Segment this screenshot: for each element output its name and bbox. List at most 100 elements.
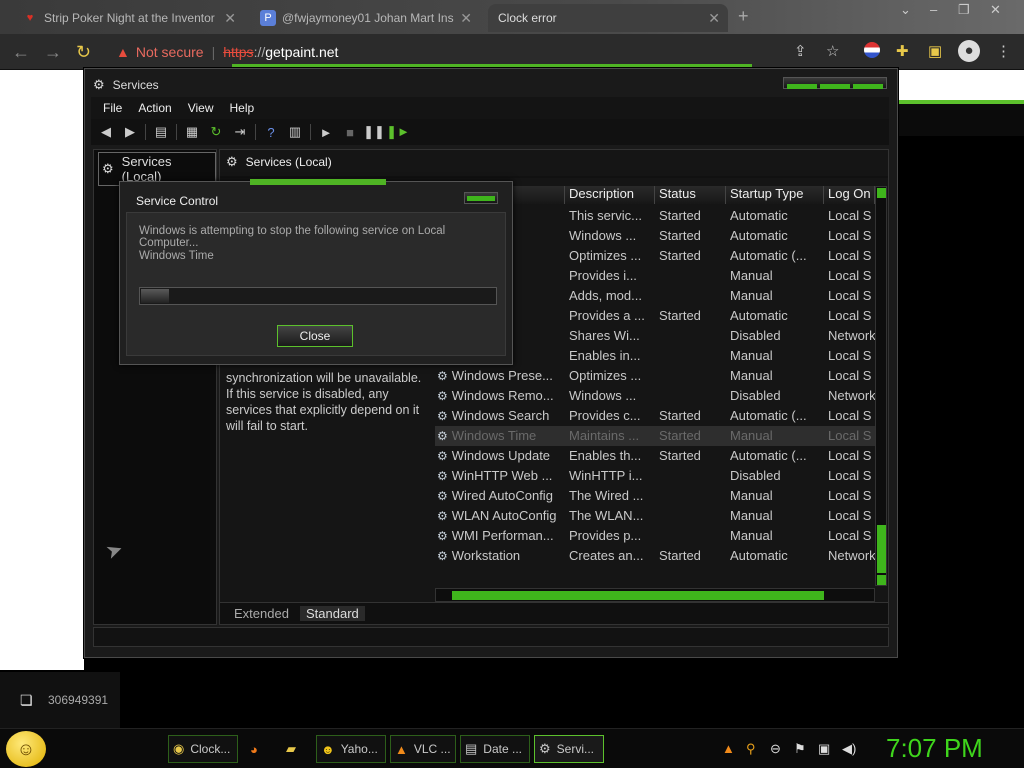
console-tree-icon[interactable]: ▤	[152, 123, 170, 141]
vlc-tray-icon[interactable]: ▲	[722, 741, 735, 756]
pause-icon[interactable]: ❚❚	[363, 123, 385, 141]
vertical-scrollbar[interactable]	[875, 186, 887, 586]
warning-icon: ▲	[116, 44, 130, 60]
column-header-startup-type[interactable]: Startup Type	[726, 186, 824, 204]
volume-icon[interactable]: ◀)	[842, 741, 856, 757]
close-icon[interactable]: ✕	[460, 10, 472, 27]
play-icon[interactable]: ►	[317, 123, 335, 141]
system-clock[interactable]: 7:07 PM	[886, 733, 983, 764]
browser-tab-1[interactable]: ♥ Strip Poker Night at the Inventor ✕	[14, 4, 244, 32]
flag-icon[interactable]: ⚑	[794, 741, 806, 757]
reload-button[interactable]: ↻	[76, 42, 91, 63]
menu-action[interactable]: Action	[138, 101, 171, 115]
close-button[interactable]: Close	[277, 325, 353, 347]
service-description-cell: Windows ...	[569, 388, 637, 403]
taskbar-item-services[interactable]: ⚙ Servi...	[534, 735, 604, 763]
service-status-cell: Started	[659, 428, 701, 443]
browser-tab-3[interactable]: Clock error ✕	[488, 4, 728, 32]
scroll-down-button[interactable]	[877, 575, 886, 585]
table-row[interactable]: ⚙ Windows Remo... Windows ... Disabled Netwo…	[435, 386, 875, 406]
close-icon[interactable]: ✕	[708, 10, 720, 27]
start-button[interactable]: ☺	[6, 731, 46, 767]
url-host: getpaint.net	[265, 44, 339, 60]
heart-icon: ♥	[26, 12, 34, 24]
extensions-icon[interactable]: ✚	[896, 42, 909, 60]
page-white-strip	[896, 70, 1024, 100]
scroll-up-button[interactable]	[877, 188, 886, 198]
maximize-button[interactable]: ❐	[958, 2, 970, 18]
share-icon[interactable]: ⇪	[794, 42, 807, 60]
new-tab-button[interactable]: +	[738, 6, 749, 27]
stop-icon[interactable]: ■	[341, 123, 359, 141]
menu-icon[interactable]: ⋮	[996, 42, 1011, 60]
table-row[interactable]: ⚙ Wired AutoConfig The Wired ... Manual Loca…	[435, 486, 875, 506]
table-row[interactable]: ⚙ Windows Prese... Optimizes ... Manual Loca…	[435, 366, 875, 386]
column-header-description[interactable]: Description	[565, 186, 655, 204]
table-row[interactable]: ⚙ Windows Search Provides c... Started Autom…	[435, 406, 875, 426]
search-icon[interactable]: ⚲	[746, 741, 756, 757]
dialog-body: Windows is attempting to stop the follow…	[126, 212, 506, 356]
service-logon-cell: Network	[828, 328, 875, 343]
column-header-log-on[interactable]: Log On	[824, 186, 875, 204]
menu-bar: File Action View Help	[91, 97, 889, 119]
taskbar-item-vlc[interactable]: ▲ VLC ...	[390, 735, 456, 763]
properties-icon[interactable]: ▦	[183, 123, 201, 141]
back-button[interactable]: ←	[12, 42, 30, 63]
taskbar-item-yahoo[interactable]: ☻ Yaho...	[316, 735, 386, 763]
tab-standard[interactable]: Standard	[300, 606, 365, 621]
scroll-thumb[interactable]	[877, 525, 886, 573]
dialog-window-button[interactable]	[464, 192, 498, 204]
menu-view[interactable]: View	[188, 101, 214, 115]
service-name: Windows Prese...	[451, 368, 553, 383]
table-row[interactable]: ⚙ WLAN AutoConfig The WLAN... Manual Local S	[435, 506, 875, 526]
restart-icon[interactable]: ❚►	[386, 123, 410, 141]
close-window-button[interactable]: ✕	[990, 2, 1001, 18]
tab-title: @fwjaymoney01 Johan Mart Ins	[282, 11, 454, 25]
minimize-button[interactable]: –	[930, 2, 937, 17]
service-description-cell: Provides c...	[569, 408, 641, 423]
browser-tab-2[interactable]: P @fwjaymoney01 Johan Mart Ins ✕	[252, 4, 480, 32]
refresh-icon[interactable]: ↻	[207, 123, 225, 141]
service-name-cell: ⚙ Wired AutoConfig	[437, 488, 563, 503]
menu-help[interactable]: Help	[230, 101, 255, 115]
menu-file[interactable]: File	[103, 101, 122, 115]
sidebar-icon[interactable]: ▣	[928, 42, 942, 60]
taskbar-item-chrome[interactable]: ◉ Clock...	[168, 735, 238, 763]
service-name-cell: ⚙ Windows Search	[437, 408, 563, 423]
chevron-down-icon[interactable]: ⌄	[900, 2, 911, 18]
flag-extension-icon[interactable]	[864, 42, 880, 58]
back-arrow-icon[interactable]: ◀	[97, 123, 115, 141]
scroll-thumb[interactable]	[452, 591, 824, 600]
service-description-cell: Optimizes ...	[569, 368, 642, 383]
column-header-status[interactable]: Status	[655, 186, 726, 204]
vlc-icon: ▲	[395, 741, 408, 757]
table-row[interactable]: ⚙ WMI Performan... Provides p... Manual Loca…	[435, 526, 875, 546]
taskbar-item-firefox[interactable]: ◕	[246, 735, 274, 763]
close-icon[interactable]: ✕	[224, 10, 236, 27]
network-icon[interactable]: ▣	[818, 741, 830, 757]
table-row[interactable]: ⚙ Windows Time Maintains ... Started Manual L…	[435, 426, 875, 446]
service-control-dialog: Service Control Windows is attempting to…	[119, 179, 513, 365]
taskbar-item-date[interactable]: ▤ Date ...	[460, 735, 530, 763]
table-row[interactable]: ⚙ Workstation Creates an... Started Automati…	[435, 546, 875, 564]
help-icon[interactable]: ?	[262, 123, 280, 141]
window-controls[interactable]	[783, 77, 887, 89]
bookmark-star-icon[interactable]: ☆	[826, 42, 839, 60]
service-description-cell: WinHTTP i...	[569, 468, 643, 483]
horizontal-scrollbar[interactable]	[435, 588, 875, 602]
taskbar-item-explorer[interactable]: ▰	[282, 735, 310, 763]
view-icon[interactable]: ▥	[286, 123, 304, 141]
service-name-cell: ⚙ Windows Update	[437, 448, 563, 463]
service-name: Windows Remo...	[451, 388, 554, 403]
table-row[interactable]: ⚙ WinHTTP Web ... WinHTTP i... Disabled Loca…	[435, 466, 875, 486]
forward-arrow-icon[interactable]: ▶	[121, 123, 139, 141]
chrome-icon: ◉	[173, 741, 185, 756]
export-icon[interactable]: ⇥	[231, 123, 249, 141]
forward-button[interactable]: →	[44, 42, 62, 63]
service-logon-cell: Local S	[828, 408, 872, 423]
minus-circle-icon[interactable]: ⊖	[770, 741, 781, 757]
profile-avatar[interactable]: ●	[958, 40, 980, 62]
tab-extended[interactable]: Extended	[228, 606, 295, 621]
table-row[interactable]: ⚙ Windows Update Enables th... Started Autom…	[435, 446, 875, 466]
address-bar[interactable]: ▲ Not secure | https://getpaint.net	[108, 40, 848, 64]
